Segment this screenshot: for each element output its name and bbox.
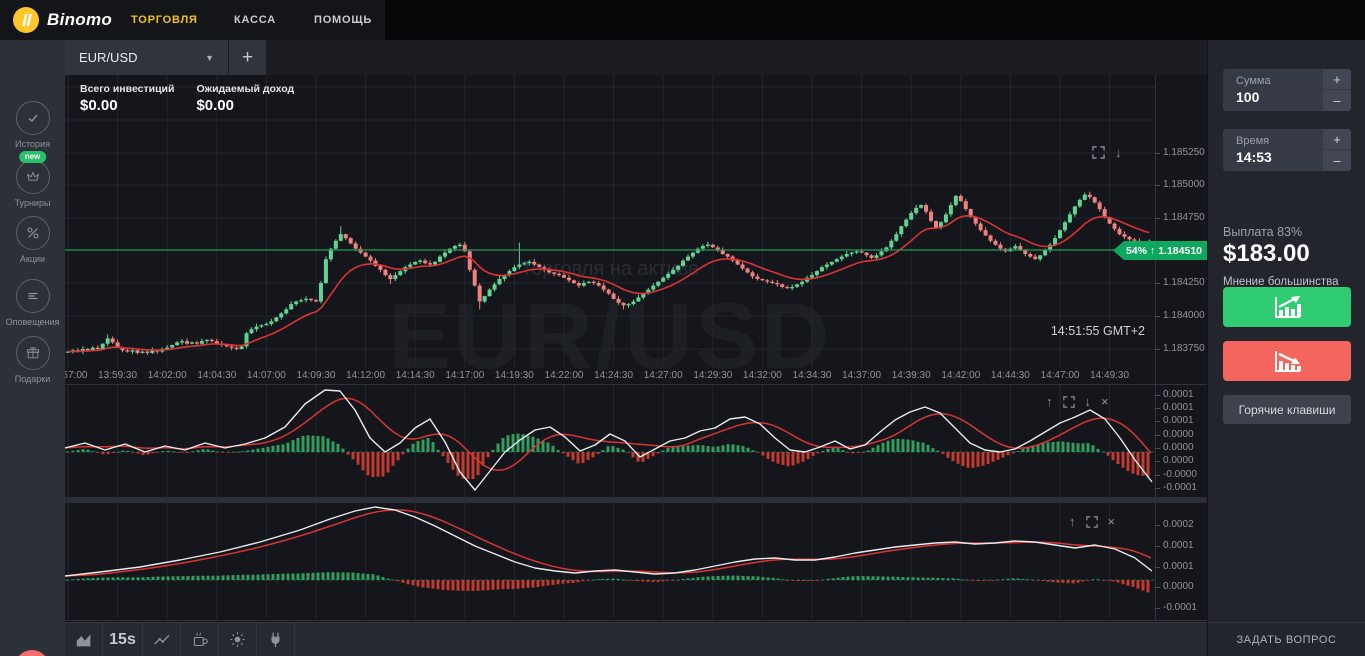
stat-value: $0.00: [196, 97, 294, 114]
stat-label: Ожидаемый доход: [196, 83, 294, 95]
top-bar: Binomo ТОРГОВЛЯ КАССА ПОМОЩЬ: [0, 0, 1365, 40]
history-check-icon: [16, 101, 50, 135]
sidebar-item-label: Турниры: [0, 198, 65, 208]
payout-label: Выплата 83%: [1223, 225, 1302, 239]
chart-up-icon: [1269, 294, 1305, 321]
area-chart-icon: [75, 632, 93, 648]
tab-help[interactable]: ПОМОЩЬ: [314, 0, 372, 40]
divider: [65, 620, 1207, 621]
time-label: Время: [1236, 135, 1272, 147]
price-axis-border: [1155, 75, 1156, 620]
amount-box[interactable]: Сумма 100 + –: [1223, 69, 1351, 111]
sidebar-item-history[interactable]: История: [0, 101, 65, 149]
move-up-icon[interactable]: ↑: [1046, 395, 1053, 408]
close-icon[interactable]: ×: [1108, 515, 1116, 528]
amount-stepper: + –: [1323, 69, 1351, 111]
indicator1-controls: ↑ ↓ ×: [1046, 395, 1109, 408]
fullscreen-icon[interactable]: [1092, 146, 1105, 159]
binomo-trading-app: Binomo ТОРГОВЛЯ КАССА ПОМОЩЬ История new…: [0, 0, 1365, 656]
session-stats: Всего инвестиций $0.00 Ожидаемый доход $…: [80, 83, 294, 114]
add-asset-button[interactable]: +: [229, 40, 266, 75]
hotkeys-button[interactable]: Горячие клавиши: [1223, 395, 1351, 424]
amount-value[interactable]: 100: [1236, 89, 1271, 105]
current-price-badge: 54% ↑ 1.184510: [1113, 241, 1207, 260]
sidebar-item-gifts[interactable]: Подарки: [0, 336, 65, 384]
asset-tabs-bar: EUR/USD ▼ +: [65, 40, 1207, 75]
fullscreen-icon[interactable]: [1086, 516, 1098, 528]
move-up-icon[interactable]: ↑: [1069, 515, 1076, 528]
plug-icon: [268, 631, 283, 648]
trade-panel: Сумма 100 + – Время 14:53 + – Выплата 83…: [1207, 40, 1365, 622]
arrow-up-icon: ↑: [1150, 245, 1155, 257]
amount-label: Сумма: [1236, 75, 1271, 87]
support-chat-button[interactable]: [15, 650, 49, 656]
time-axis[interactable]: 13:57:0013:59:3014:02:0014:04:3014:07:00…: [65, 368, 1155, 384]
main-candlestick-chart[interactable]: [65, 75, 1155, 368]
sidebar-item-tournaments[interactable]: new Турниры: [0, 160, 65, 208]
amount-increase-button[interactable]: +: [1323, 69, 1351, 90]
chart-type-button[interactable]: [65, 623, 103, 656]
main-chart-controls: ↓: [1092, 146, 1122, 159]
time-box[interactable]: Время 14:53 + –: [1223, 129, 1351, 171]
connection-button[interactable]: [257, 623, 295, 656]
stat-label: Всего инвестиций: [80, 83, 174, 95]
sidebar-item-label: Подарки: [0, 374, 65, 384]
binomo-logo-icon: [13, 7, 39, 33]
indicator2-controls: ↑ ×: [1069, 515, 1115, 528]
sidebar-item-promos[interactable]: Акции: [0, 216, 65, 264]
asset-name: EUR/USD: [79, 50, 205, 65]
gift-icon: [16, 336, 50, 370]
chart-down-icon: [1269, 348, 1305, 375]
sidebar-item-notifications[interactable]: Оповещения: [0, 279, 65, 327]
brand-name: Binomo: [47, 10, 112, 30]
sidebar-item-label: Оповещения: [0, 317, 65, 327]
tab-cashier[interactable]: КАССА: [234, 0, 276, 40]
tournaments-button[interactable]: [181, 623, 219, 656]
payout-value: $183.00: [1223, 240, 1310, 268]
chart-clock: 14:51:55 GMT+2: [1000, 324, 1145, 338]
amount-decrease-button[interactable]: –: [1323, 90, 1351, 111]
indicators-button[interactable]: [143, 623, 181, 656]
notifications-icon: [16, 279, 50, 313]
time-stepper: + –: [1323, 129, 1351, 171]
asset-selector[interactable]: EUR/USD ▼: [65, 40, 228, 75]
left-sidebar: История new Турниры Акции Оповещения П: [0, 40, 65, 656]
tournament-crown-icon: [16, 160, 50, 194]
expected-income-stat: Ожидаемый доход $0.00: [196, 83, 294, 114]
call-up-button[interactable]: [1223, 287, 1351, 327]
current-price: 1.184510: [1158, 245, 1202, 257]
total-investment-stat: Всего инвестиций $0.00: [80, 83, 174, 114]
stat-value: $0.00: [80, 97, 174, 114]
chevron-down-icon: ▼: [205, 53, 214, 63]
line-chart-icon: [153, 632, 171, 648]
close-icon[interactable]: ×: [1101, 395, 1109, 408]
ask-question-button[interactable]: ЗАДАТЬ ВОПРОС: [1207, 622, 1365, 656]
binomo-logo[interactable]: Binomo: [13, 7, 112, 33]
indicator-panel-1[interactable]: [65, 385, 1155, 497]
percent-icon: [16, 216, 50, 250]
indicator-panel-2[interactable]: [65, 503, 1155, 619]
new-badge: new: [19, 151, 47, 163]
time-value[interactable]: 14:53: [1236, 149, 1272, 165]
majority-percent: 54%: [1126, 245, 1147, 257]
collapse-arrow-icon[interactable]: ↓: [1115, 146, 1122, 159]
sidebar-item-label: Акции: [0, 254, 65, 264]
chart-toolbar: 15s: [65, 622, 1207, 656]
mug-icon: [192, 631, 208, 648]
fullscreen-icon[interactable]: [1063, 396, 1075, 408]
time-decrease-button[interactable]: –: [1323, 150, 1351, 171]
put-down-button[interactable]: [1223, 341, 1351, 381]
brightness-button[interactable]: [219, 623, 257, 656]
time-increase-button[interactable]: +: [1323, 129, 1351, 150]
sidebar-item-label: История: [0, 139, 65, 149]
timeframe-button[interactable]: 15s: [103, 623, 143, 656]
move-down-icon[interactable]: ↓: [1085, 395, 1092, 408]
tab-trading[interactable]: ТОРГОВЛЯ: [131, 0, 198, 40]
sun-icon: [229, 631, 246, 648]
